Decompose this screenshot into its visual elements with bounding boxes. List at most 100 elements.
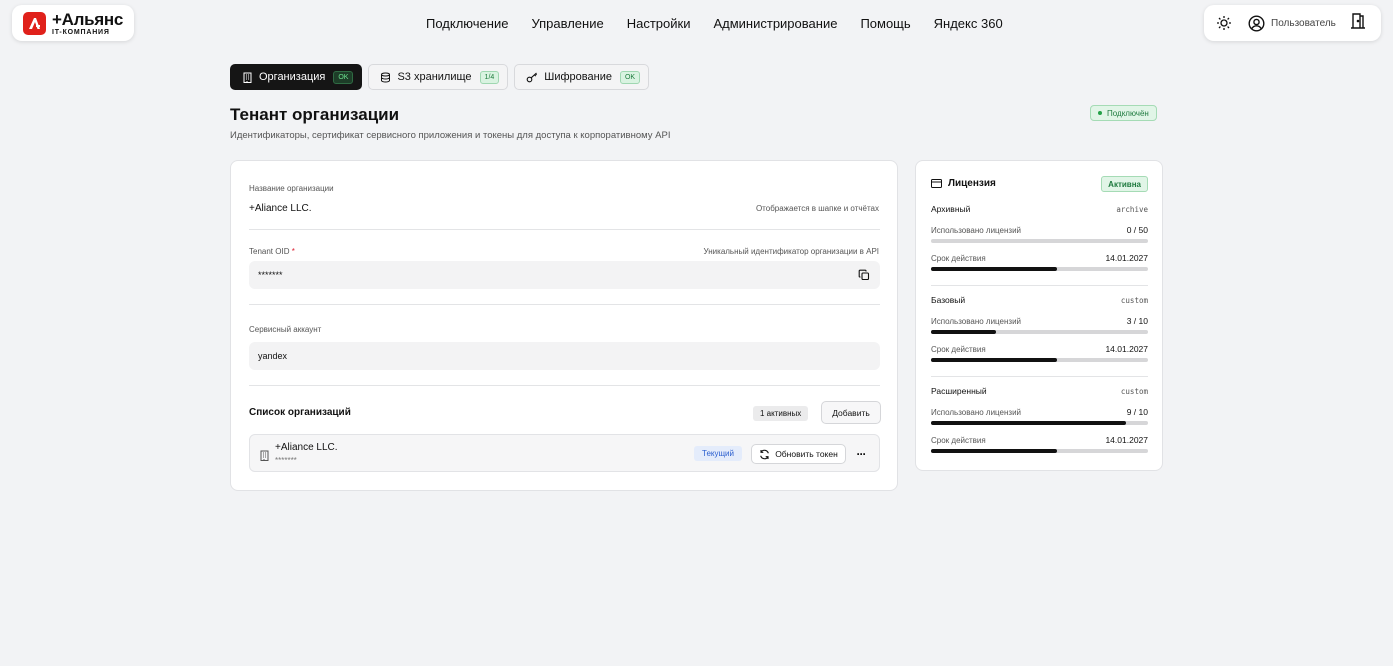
refresh-token-button[interactable]: Обновить токен [751, 444, 846, 464]
tier-name: Базовый [931, 295, 966, 305]
tab-encryption-badge: OK [619, 70, 641, 84]
used-progress-bar [931, 421, 1148, 425]
tenant-oid-value: ******* [258, 270, 283, 280]
tier-code: custom [1120, 295, 1148, 305]
brand-title: +Альянс [52, 9, 123, 29]
used-progress-bar [931, 239, 1148, 243]
divider [931, 285, 1148, 286]
term-progress-fill [931, 358, 1057, 362]
logo-mark-icon [23, 11, 46, 35]
used-label: Использовано лицензий [931, 407, 1022, 417]
license-header: Лицензия [931, 178, 996, 189]
user-menu[interactable]: Пользователь [1248, 14, 1336, 32]
service-account-field[interactable]: yandex [249, 342, 880, 370]
user-panel: Пользователь [1204, 5, 1381, 41]
tier-code: archive [1116, 204, 1148, 214]
license-tier-extended: Расширенный custom Использовано лицензий 9… [931, 386, 1148, 453]
required-mark: * [291, 247, 295, 256]
used-value: 0 / 50 [1126, 225, 1148, 235]
tab-encryption-label: Шифрование [544, 71, 612, 83]
tenant-oid-hint: Уникальный идентификатор организации в A… [703, 247, 879, 256]
divider [249, 385, 880, 386]
tenant-oid-field[interactable]: ******* [249, 261, 880, 289]
license-tier-basic: Базовый custom Использовано лицензий 3 / 1… [931, 295, 1148, 362]
license-status-badge: Активна [1101, 176, 1148, 192]
term-label: Срок действия [931, 435, 986, 445]
tab-s3-storage[interactable]: S3 хранилище 1/4 [368, 64, 509, 90]
service-account-label: Сервисный аккаунт [249, 325, 322, 334]
divider [249, 304, 880, 305]
term-value: 14.01.2027 [1105, 435, 1148, 445]
logout-door-icon[interactable] [1350, 12, 1366, 34]
key-icon [526, 72, 538, 82]
term-label: Срок действия [931, 344, 986, 354]
tab-s3-storage-label: S3 хранилище [397, 71, 472, 83]
tier-code: custom [1120, 386, 1148, 396]
tier-name: Расширенный [931, 386, 987, 396]
term-value: 14.01.2027 [1105, 253, 1148, 263]
user-label: Пользователь [1271, 17, 1336, 29]
building-icon [243, 72, 252, 83]
license-card-icon [931, 179, 942, 188]
tab-organization-badge: OK [333, 70, 354, 84]
refresh-icon [760, 449, 770, 459]
database-icon [381, 72, 391, 83]
tier-name: Архивный [931, 204, 971, 214]
used-progress-bar [931, 330, 1148, 334]
brand-subtitle: IT-КОМПАНИЯ [52, 28, 110, 36]
service-account-value: yandex [258, 351, 288, 361]
org-item-name: +Aliance LLC. [275, 442, 338, 453]
divider [249, 229, 880, 230]
org-item-id: ******* [275, 456, 297, 465]
org-name-hint: Отображается в шапке и отчётах [755, 204, 879, 213]
term-progress-bar [931, 267, 1148, 271]
used-value: 3 / 10 [1126, 316, 1148, 326]
building-icon [259, 448, 270, 466]
refresh-token-label: Обновить токен [775, 449, 838, 459]
theme-toggle-sun-icon[interactable] [1215, 14, 1233, 32]
more-actions-icon[interactable]: ··· [853, 444, 869, 464]
nav-connection[interactable]: Подключение [426, 16, 508, 31]
page-subtitle: Идентификаторы, сертификат сервисного пр… [230, 130, 671, 141]
used-progress-fill [931, 421, 1127, 425]
term-progress-bar [931, 358, 1148, 362]
add-organization-button[interactable]: Добавить [821, 401, 881, 424]
license-tier-archive: Архивный archive Использовано лицензий 0 /… [931, 204, 1148, 271]
org-list-title: Список организаций [249, 407, 351, 418]
license-card: Лицензия Активна Архивный archive Использ… [915, 160, 1163, 471]
term-progress-fill [931, 267, 1057, 271]
top-navigation: Подключение Управление Настройки Админис… [426, 16, 1026, 31]
tab-organization[interactable]: Организация OK [230, 64, 363, 90]
divider [931, 376, 1148, 377]
user-circle-icon [1248, 14, 1265, 32]
term-progress-bar [931, 449, 1148, 453]
page-title: Тенант организации [230, 105, 400, 124]
nav-administration[interactable]: Администрирование [713, 16, 837, 31]
nav-yandex360[interactable]: Яндекс 360 [934, 16, 1003, 31]
status-dot-icon [1098, 111, 1102, 115]
nav-help[interactable]: Помощь [860, 16, 910, 31]
nav-management[interactable]: Управление [531, 16, 603, 31]
connection-status-badge: Подключён [1090, 105, 1157, 121]
org-name-label: Название организации [249, 184, 334, 193]
term-progress-fill [931, 449, 1057, 453]
org-name-value[interactable]: +Aliance LLC. [249, 203, 312, 214]
used-progress-fill [931, 330, 997, 334]
used-label: Использовано лицензий [931, 225, 1022, 235]
org-list-item[interactable]: +Aliance LLC. ******* Текущий Обновить т… [249, 434, 880, 472]
tenant-oid-label: Tenant OID * [249, 247, 295, 256]
term-label: Срок действия [931, 253, 986, 263]
tenant-form-card: Название организации +Aliance LLC. Отобр… [230, 160, 898, 491]
tab-s3-storage-badge: 1/4 [479, 70, 500, 84]
license-title: Лицензия [948, 178, 996, 189]
connection-status-label: Подключён [1107, 108, 1149, 118]
used-value: 9 / 10 [1126, 407, 1148, 417]
tab-encryption[interactable]: Шифрование OK [514, 64, 650, 90]
nav-settings[interactable]: Настройки [627, 16, 691, 31]
tab-organization-label: Организация [259, 71, 326, 83]
section-tabs: Организация OK S3 хранилище 1/4 Шифрован… [230, 64, 650, 90]
term-value: 14.01.2027 [1105, 344, 1148, 354]
copy-icon[interactable] [858, 269, 870, 283]
brand-logo[interactable]: +Альянс IT-КОМПАНИЯ [12, 5, 134, 41]
current-badge: Текущий [694, 446, 742, 461]
